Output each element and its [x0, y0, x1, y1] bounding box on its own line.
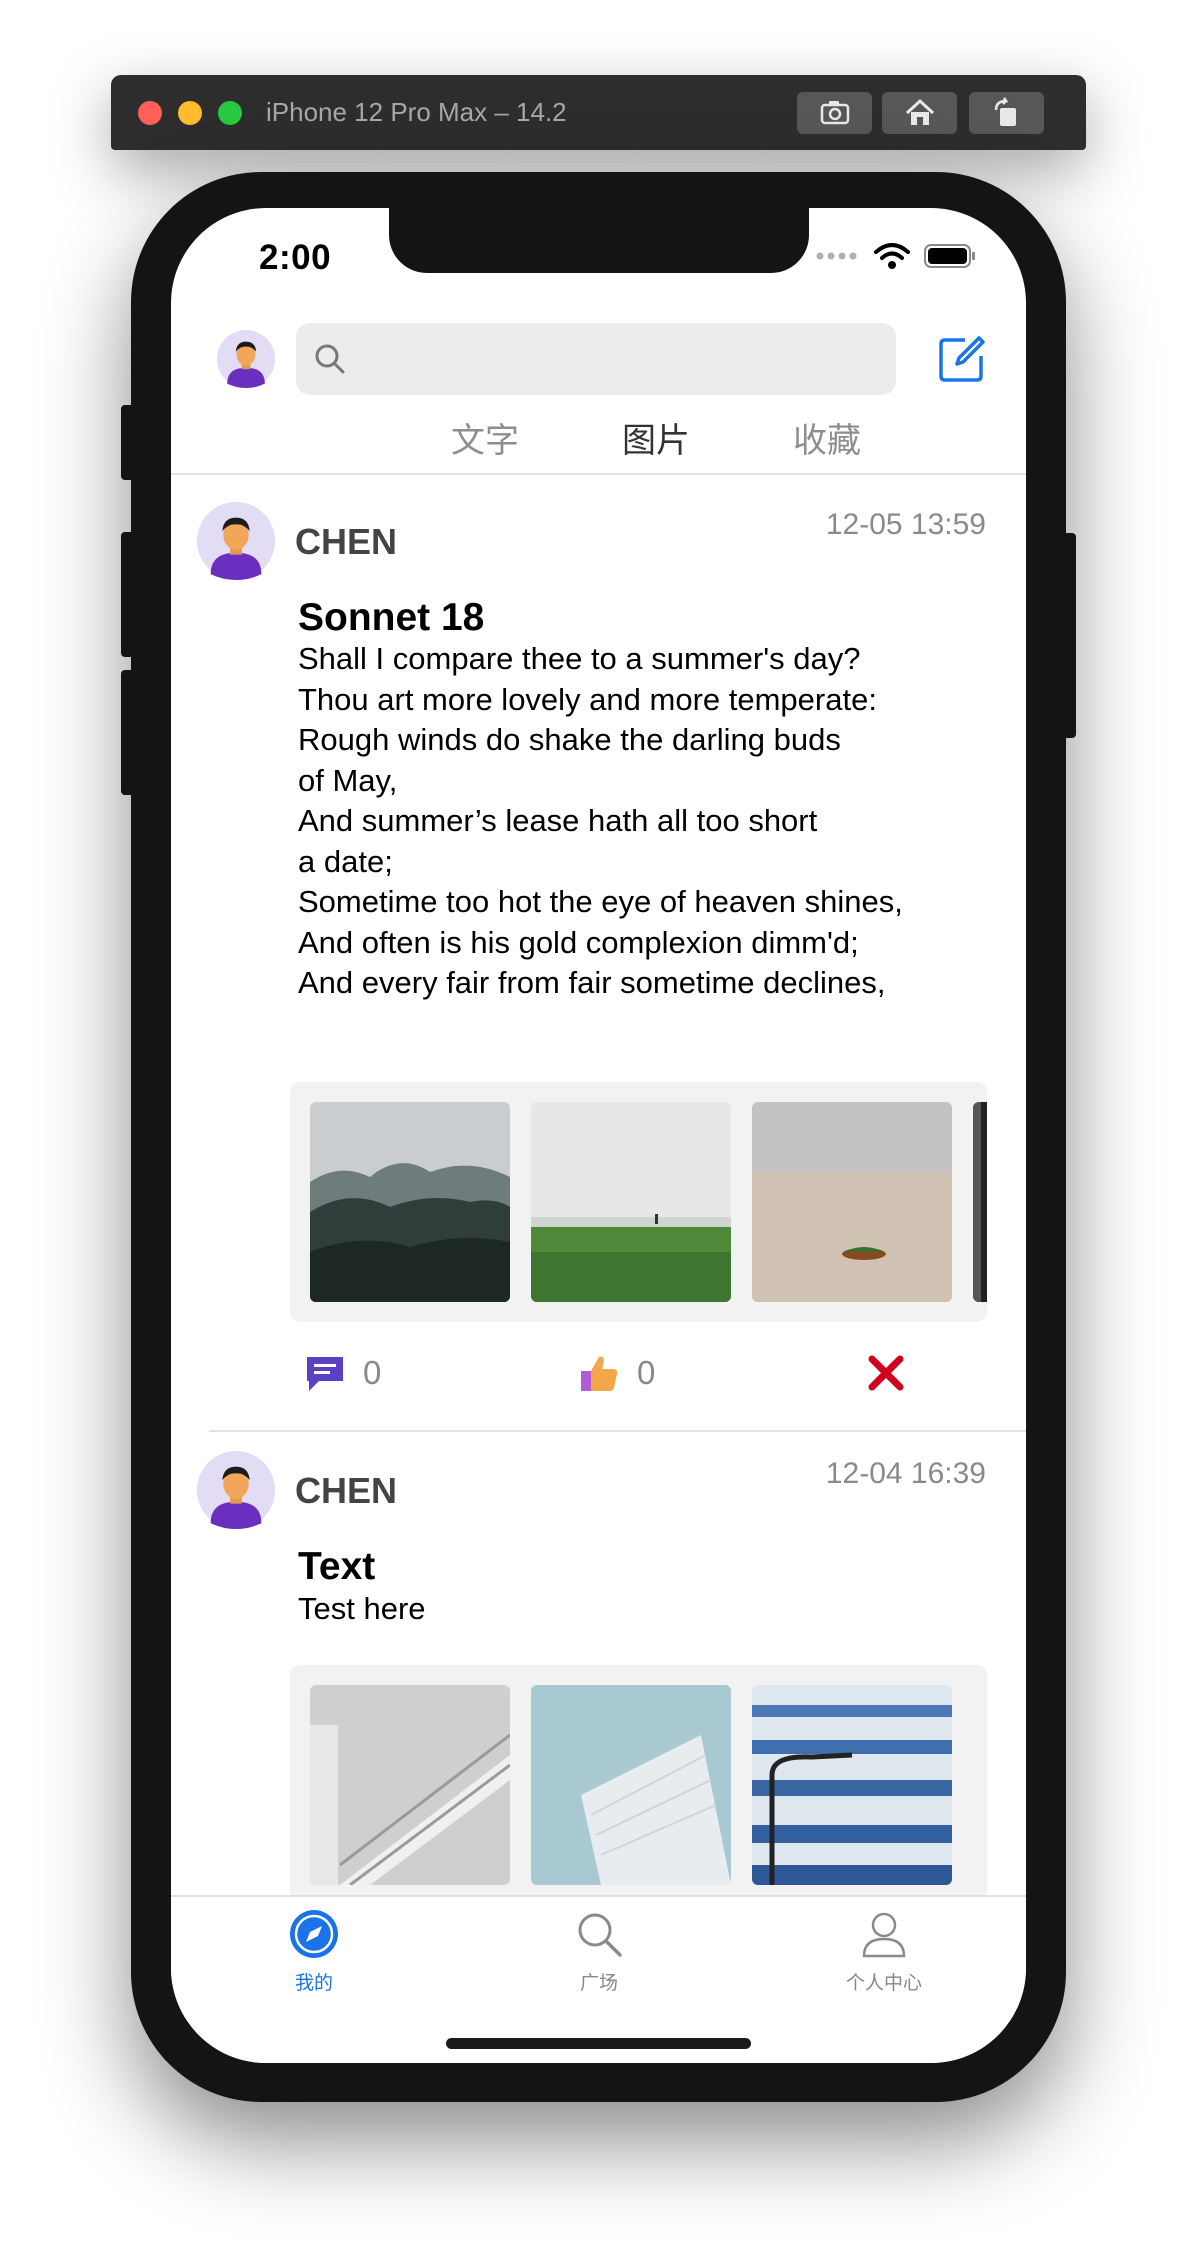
- gallery-image[interactable]: [310, 1685, 510, 1885]
- header-avatar[interactable]: [217, 330, 275, 388]
- search-bar[interactable]: [296, 323, 896, 395]
- power-button: [1062, 533, 1076, 738]
- post-avatar[interactable]: [197, 1451, 275, 1529]
- tab-favorites[interactable]: 收藏: [767, 413, 887, 462]
- post-body: Test here: [298, 1591, 426, 1626]
- person-icon: [862, 1912, 906, 1958]
- post-title: Text: [298, 1545, 376, 1588]
- tabbar-item-square[interactable]: 广场: [529, 1909, 669, 1995]
- phone-screen: 2:00 文字 图片 收藏 CHEN 12-05 13:59 Sonnet 18…: [171, 208, 1026, 2063]
- misty-field-image: [531, 1102, 731, 1302]
- status-icons: [816, 242, 976, 270]
- white-building-image: [310, 1685, 510, 1885]
- tab-images[interactable]: 图片: [596, 413, 716, 462]
- segment-tabs: 文字 图片 收藏: [171, 413, 1026, 473]
- search-input[interactable]: [360, 335, 884, 385]
- tab-text[interactable]: 文字: [425, 413, 545, 462]
- like-count: 0: [637, 1354, 656, 1391]
- volume-up-button: [121, 532, 135, 657]
- notch: [389, 208, 809, 273]
- comment-button[interactable]: 0: [305, 1353, 381, 1393]
- image-gallery[interactable]: [290, 1665, 987, 1903]
- post-avatar[interactable]: [197, 502, 275, 580]
- gallery-image[interactable]: [973, 1102, 987, 1302]
- gallery-image[interactable]: [752, 1685, 952, 1885]
- signal-dots-icon: [816, 252, 857, 260]
- home-icon: [905, 98, 934, 125]
- screenshot-icon: [820, 101, 849, 125]
- tabbar-divider: [171, 1895, 1026, 1897]
- mute-switch: [121, 405, 135, 480]
- status-time: 2:00: [259, 238, 332, 277]
- glass-building-image: [752, 1685, 952, 1885]
- foggy-forest-image: [310, 1102, 510, 1302]
- post-title: Sonnet 18: [298, 596, 485, 639]
- delete-post-button[interactable]: [866, 1353, 906, 1393]
- dark-image: [973, 1102, 987, 1302]
- boat-beach-image: [752, 1102, 952, 1302]
- comment-icon: [307, 1357, 343, 1391]
- post-username[interactable]: CHEN: [295, 1470, 397, 1512]
- wifi-icon: [874, 243, 910, 269]
- post-timestamp: 12-05 13:59: [825, 508, 986, 541]
- compose-icon[interactable]: [937, 334, 987, 384]
- tabbar-item-profile[interactable]: 个人中心: [814, 1909, 954, 1995]
- like-button[interactable]: 0: [579, 1353, 655, 1393]
- post-username[interactable]: CHEN: [295, 521, 397, 563]
- tabbar-label: 我的: [294, 1972, 333, 1994]
- close-window-button[interactable]: [138, 101, 162, 125]
- post-body: Shall I compare thee to a summer's day? …: [298, 641, 903, 1000]
- post-feed[interactable]: CHEN 12-05 13:59 Sonnet 18 Shall I compa…: [171, 475, 1026, 1903]
- tabbar-label: 个人中心: [845, 1972, 922, 1994]
- home-button[interactable]: [882, 92, 957, 134]
- close-icon: [868, 1355, 904, 1391]
- minimize-window-button[interactable]: [178, 101, 202, 125]
- search-icon: [315, 344, 345, 374]
- gallery-image[interactable]: [752, 1102, 952, 1302]
- comment-count: 0: [363, 1354, 382, 1391]
- tabbar-label: 广场: [579, 1972, 618, 1994]
- simulator-window-bar: iPhone 12 Pro Max – 14.2: [111, 75, 1086, 150]
- gallery-image[interactable]: [310, 1102, 510, 1302]
- tabbar-item-mine[interactable]: 我的: [244, 1909, 384, 1995]
- compass-icon: [290, 1910, 338, 1958]
- screenshot-button[interactable]: [797, 92, 872, 134]
- post-divider: [209, 1430, 1026, 1432]
- gallery-image[interactable]: [531, 1685, 731, 1885]
- rotate-button[interactable]: [969, 92, 1044, 134]
- post-actions: 0 0: [171, 1353, 1026, 1413]
- battery-icon: [924, 244, 975, 268]
- thumbs-up-icon: [581, 1356, 618, 1391]
- post-timestamp: 12-04 16:39: [825, 1457, 986, 1490]
- search-icon: [578, 1913, 622, 1957]
- rotate-icon: [994, 97, 1016, 126]
- facade-sky-image: [531, 1685, 731, 1885]
- volume-down-button: [121, 670, 135, 795]
- zoom-window-button[interactable]: [218, 101, 242, 125]
- image-gallery[interactable]: [290, 1082, 987, 1322]
- home-indicator[interactable]: [446, 2038, 751, 2049]
- gallery-image[interactable]: [531, 1102, 731, 1302]
- simulator-title: iPhone 12 Pro Max – 14.2: [266, 97, 567, 127]
